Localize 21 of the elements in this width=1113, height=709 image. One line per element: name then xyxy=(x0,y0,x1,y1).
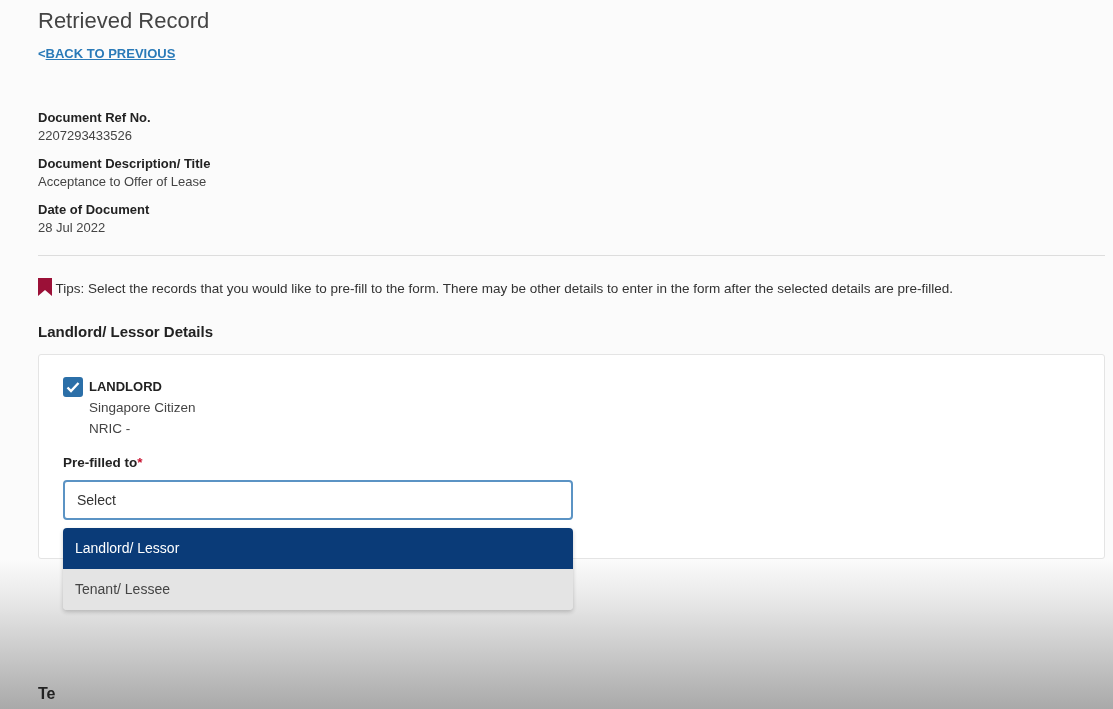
dropdown-option[interactable]: Tenant/ Lessee xyxy=(63,569,573,610)
field-value: Acceptance to Offer of Lease xyxy=(38,173,208,191)
party-role: LANDLORD xyxy=(89,378,163,396)
dropdown-option[interactable]: Landlord/ Lessor xyxy=(63,528,573,569)
bookmark-icon xyxy=(38,278,52,296)
field-value: 2207293433526 xyxy=(38,127,133,145)
party-id: NRIC - xyxy=(89,420,132,438)
required-mark: * xyxy=(137,455,143,470)
section-heading: Landlord/ Lessor Details xyxy=(38,323,215,340)
prefill-select[interactable]: Select xyxy=(63,480,573,520)
field-value: 28 Jul 2022 xyxy=(38,219,107,237)
tips-text: Tips: Select the records that you would like to pre-fill to the form. There may be other details to enter in the form after the selected details are pre-filled. xyxy=(38,278,1078,299)
page-title: Retrieved Record xyxy=(38,8,211,34)
section-heading: Te xyxy=(38,685,56,703)
field-label: Date of Document xyxy=(38,201,151,219)
back-link[interactable]: <BACK TO PREVIOUS xyxy=(38,46,176,61)
checkbox[interactable] xyxy=(63,377,83,397)
party-type: Singapore Citizen xyxy=(89,399,196,417)
prefill-label: Pre-filled to xyxy=(63,455,138,470)
field-label: Document Description/ Title xyxy=(38,155,212,173)
field-label: Document Ref No. xyxy=(38,109,152,127)
